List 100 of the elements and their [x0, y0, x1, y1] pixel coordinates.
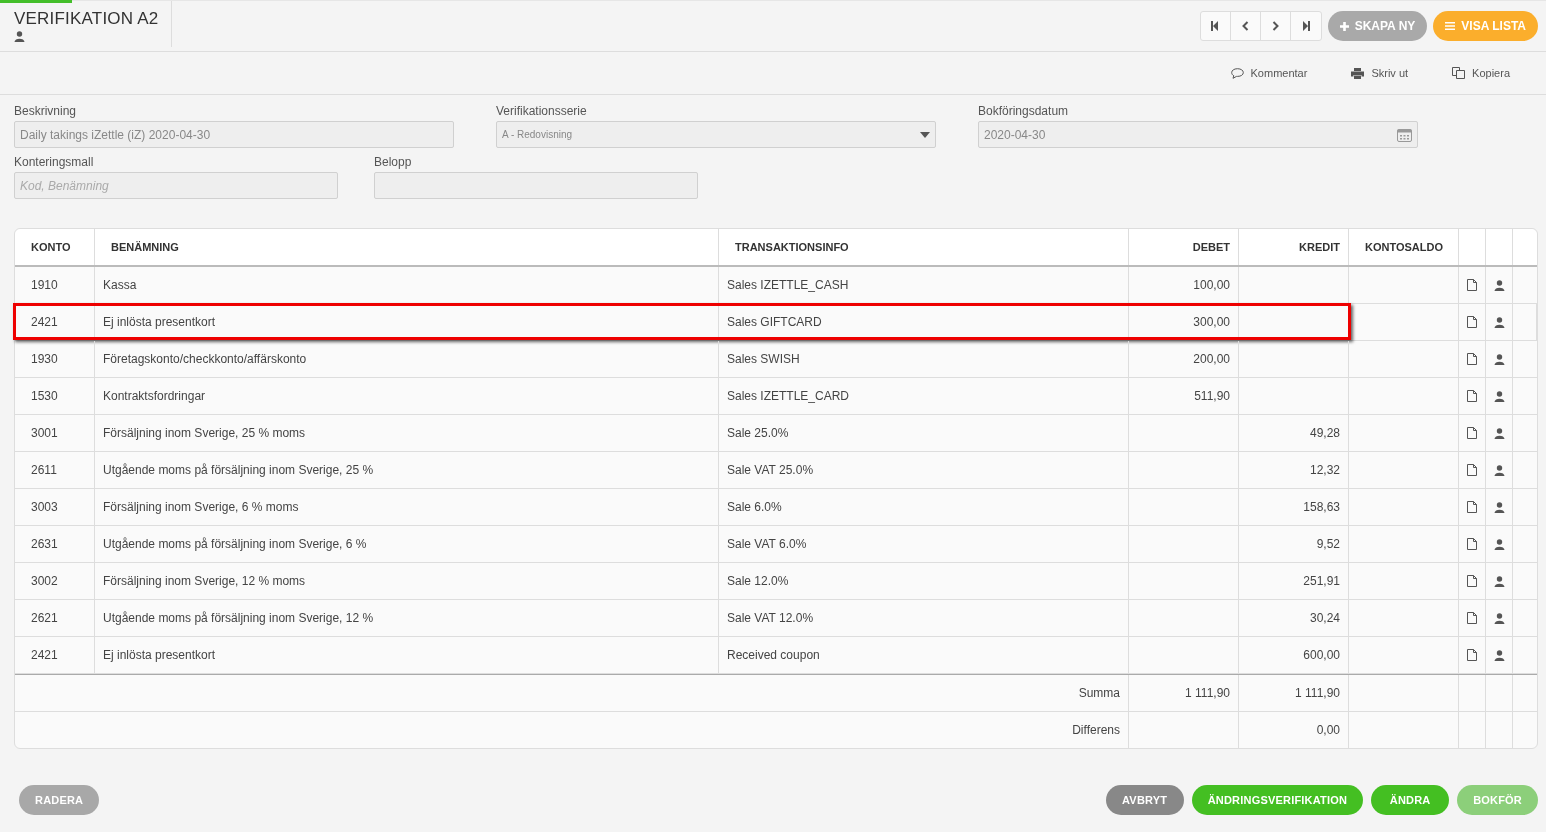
input-field[interactable]: Kod, Benämning — [14, 172, 338, 199]
table-cell: 251,91 — [1239, 563, 1349, 599]
copy-button[interactable]: Kopiera — [1452, 67, 1510, 79]
table-cell: 2421 — [15, 304, 95, 340]
copy-icon — [1452, 67, 1466, 79]
list-icon — [1445, 22, 1456, 30]
table-cell: Försäljning inom Sverige, 12 % moms — [95, 563, 719, 599]
document-icon[interactable] — [1467, 612, 1477, 624]
action-button[interactable]: ÄNDRA — [1371, 785, 1450, 815]
person-icon[interactable] — [1493, 353, 1505, 365]
input-field[interactable]: Daily takings iZettle (iZ) 2020-04-30 — [14, 121, 454, 148]
document-icon[interactable] — [1467, 538, 1477, 550]
chevron-right-icon — [1271, 21, 1279, 31]
table-cell: Received coupon — [719, 637, 1129, 673]
table-cell: 9,52 — [1239, 526, 1349, 562]
total-value: 1 111,90 — [1239, 675, 1349, 711]
table-cell: 3002 — [15, 563, 95, 599]
column-header: KREDIT — [1239, 229, 1349, 265]
table-cell: 30,24 — [1239, 600, 1349, 636]
document-icon[interactable] — [1467, 649, 1477, 661]
table-cell: Utgående moms på försäljning inom Sverige, 6 % — [95, 526, 719, 562]
column-header: DEBET — [1129, 229, 1239, 265]
calendar-icon — [1397, 127, 1412, 142]
document-icon[interactable] — [1467, 279, 1477, 291]
table-cell: 600,00 — [1239, 637, 1349, 673]
table-cell: Företagskonto/checkkonto/affärskonto — [95, 341, 719, 377]
select-field[interactable]: A - Redovisning — [496, 121, 936, 148]
comment-button[interactable]: Kommentar — [1230, 67, 1308, 79]
table-cell: Sale VAT 6.0% — [719, 526, 1129, 562]
input-field[interactable] — [374, 172, 698, 199]
printer-icon — [1351, 67, 1365, 79]
document-icon[interactable] — [1467, 575, 1477, 587]
column-header: BENÄMNING — [95, 229, 719, 265]
document-icon[interactable] — [1467, 353, 1477, 365]
table-cell: 2421 — [15, 637, 95, 673]
person-icon[interactable] — [1493, 649, 1505, 661]
column-header: KONTOSALDO — [1349, 229, 1459, 265]
person-icon[interactable] — [1493, 575, 1505, 587]
table-cell: 2621 — [15, 600, 95, 636]
table-cell: Sales IZETTLE_CARD — [719, 378, 1129, 414]
table-cell: 3003 — [15, 489, 95, 525]
table-cell: Utgående moms på försäljning inom Sverige, 25 % — [95, 452, 719, 488]
action-button[interactable]: AVBRYT — [1105, 785, 1184, 815]
document-icon[interactable] — [1467, 316, 1477, 328]
table-cell: 158,63 — [1239, 489, 1349, 525]
column-header: TRANSAKTIONSINFO — [719, 229, 1129, 265]
last-icon — [1301, 21, 1310, 31]
document-icon[interactable] — [1467, 464, 1477, 476]
person-icon[interactable] — [1493, 501, 1505, 513]
table-cell: Försäljning inom Sverige, 25 % moms — [95, 415, 719, 451]
list-button[interactable]: VISA LISTA — [1433, 11, 1538, 41]
table-cell: 1910 — [15, 267, 95, 303]
person-icon[interactable] — [1493, 427, 1505, 439]
date-field[interactable]: 2020-04-30 — [978, 121, 1418, 148]
table-cell: 3001 — [15, 415, 95, 451]
first-icon — [1211, 21, 1220, 31]
total-label: Differens — [15, 712, 1129, 748]
table-cell: 49,28 — [1239, 415, 1349, 451]
table-cell: 12,32 — [1239, 452, 1349, 488]
table-cell: Sale 6.0% — [719, 489, 1129, 525]
page-title: VERIFIKATION A2 — [14, 9, 159, 29]
table-cell: 100,00 — [1129, 267, 1239, 303]
table-cell: Sale VAT 12.0% — [719, 600, 1129, 636]
person-icon[interactable] — [1493, 316, 1505, 328]
create-button[interactable]: SKAPA NY — [1327, 11, 1428, 41]
field-label: Konteringsmall — [14, 155, 95, 170]
table-cell: 1530 — [15, 378, 95, 414]
table-cell: Sale 12.0% — [719, 563, 1129, 599]
speech-bubble-icon — [1230, 67, 1244, 79]
table-cell: Sale 25.0% — [719, 415, 1129, 451]
person-icon[interactable] — [1493, 390, 1505, 402]
table-cell: Utgående moms på försäljning inom Sverige, 12 % — [95, 600, 719, 636]
person-icon[interactable] — [1493, 612, 1505, 624]
column-header: KONTO — [15, 229, 95, 265]
field-label: Bokföringsdatum — [978, 104, 1070, 119]
table-cell: Kontraktsfordringar — [95, 378, 719, 414]
plus-icon — [1339, 21, 1349, 31]
field-label: Belopp — [374, 155, 413, 170]
total-value: 1 111,90 — [1129, 675, 1239, 711]
document-icon[interactable] — [1467, 390, 1477, 402]
person-icon[interactable] — [1493, 279, 1505, 291]
table-cell: Ej inlösta presentkort — [95, 637, 719, 673]
table-cell: 1930 — [15, 341, 95, 377]
table-cell: 200,00 — [1129, 341, 1239, 377]
table-cell: Sales IZETTLE_CASH — [719, 267, 1129, 303]
table-cell: 2611 — [15, 452, 95, 488]
table-cell: Sales GIFTCARD — [719, 304, 1129, 340]
total-label: Summa — [15, 675, 1129, 711]
document-icon[interactable] — [1467, 427, 1477, 439]
document-icon[interactable] — [1467, 501, 1477, 513]
table-cell: Sales SWISH — [719, 341, 1129, 377]
print-button[interactable]: Skriv ut — [1351, 67, 1409, 79]
table-cell: 2631 — [15, 526, 95, 562]
caret-icon — [920, 131, 930, 138]
person-icon[interactable] — [1493, 464, 1505, 476]
total-value: 0,00 — [1239, 712, 1349, 748]
person-icon[interactable] — [1493, 538, 1505, 550]
action-button[interactable]: ÄNDRINGSVERIFIKATION — [1191, 785, 1364, 815]
person-icon — [14, 31, 25, 42]
chevron-left-icon — [1241, 21, 1249, 31]
